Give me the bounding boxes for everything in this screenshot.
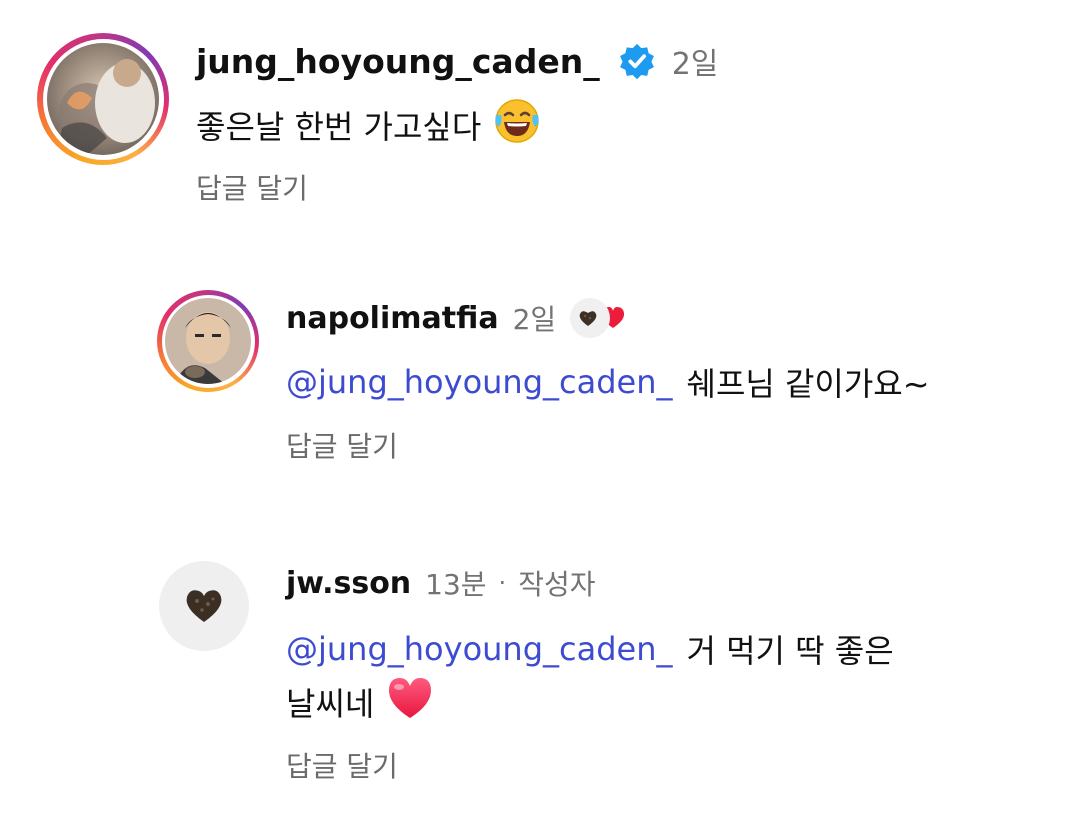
author-badge: 작성자 [518,568,596,601]
chef-photo-image [47,43,159,155]
heart-emoji-icon [386,676,434,728]
profile-photo-image [165,298,251,384]
comment-time: 2일 [512,303,557,336]
reply-item: jw.sson 13분 · 작성자 @jung_hoyoung_caden_ 거… [0,555,1080,823]
comment-item: jung_hoyoung_caden_ 2일 좋은날 한번 가고싶다 답글 달기 [0,0,1080,230]
truffle-icon [579,311,597,326]
truffle-icon [186,590,222,622]
comment-body-line2: 날씨네 [286,685,375,723]
separator-dot: · [498,569,507,597]
comment-time: 2일 [671,47,719,82]
comment-time: 13분 [425,568,487,601]
username[interactable]: jung_hoyoung_caden_ [196,42,600,81]
comment-text-line1: @jung_hoyoung_caden_ 거 먹기 딱 좋은 [286,625,894,673]
comment-text-line2: 날씨네 [286,677,434,727]
comment-body: 쉐프님 같이가요~ [686,365,930,403]
verified-badge-icon [618,42,656,80]
comment-body-line1: 거 먹기 딱 좋은 [686,632,894,670]
comment-header: jw.sson 13분 · 작성자 [286,561,595,605]
avatar[interactable] [159,561,249,651]
creator-liked-badge [570,298,611,338]
reply-button[interactable]: 답글 달기 [286,425,398,465]
comment-text: @jung_hoyoung_caden_ 쉐프님 같이가요~ [286,358,930,406]
username[interactable]: jw.sson [286,566,411,601]
reply-item: napolimatfia 2일 @jung_hoyoung_caden_ 쉐프님… [0,280,1080,480]
mention-link[interactable]: @jung_hoyoung_caden_ [286,630,673,668]
comment-text: 좋은날 한번 가고싶다 [196,97,541,153]
avatar-photo [47,43,159,155]
comment-header: jung_hoyoung_caden_ 2일 [196,38,718,84]
comment-header: napolimatfia 2일 [286,296,626,340]
mention-link[interactable]: @jung_hoyoung_caden_ [286,363,673,401]
comment-body: 좋은날 한번 가고싶다 [196,108,482,146]
avatar[interactable] [37,33,169,165]
avatar[interactable] [157,290,259,392]
laughing-tears-emoji-icon [493,97,541,153]
reply-button[interactable]: 답글 달기 [286,745,398,785]
username[interactable]: napolimatfia [286,301,499,336]
reply-button[interactable]: 답글 달기 [196,167,308,207]
avatar-photo [165,298,251,384]
